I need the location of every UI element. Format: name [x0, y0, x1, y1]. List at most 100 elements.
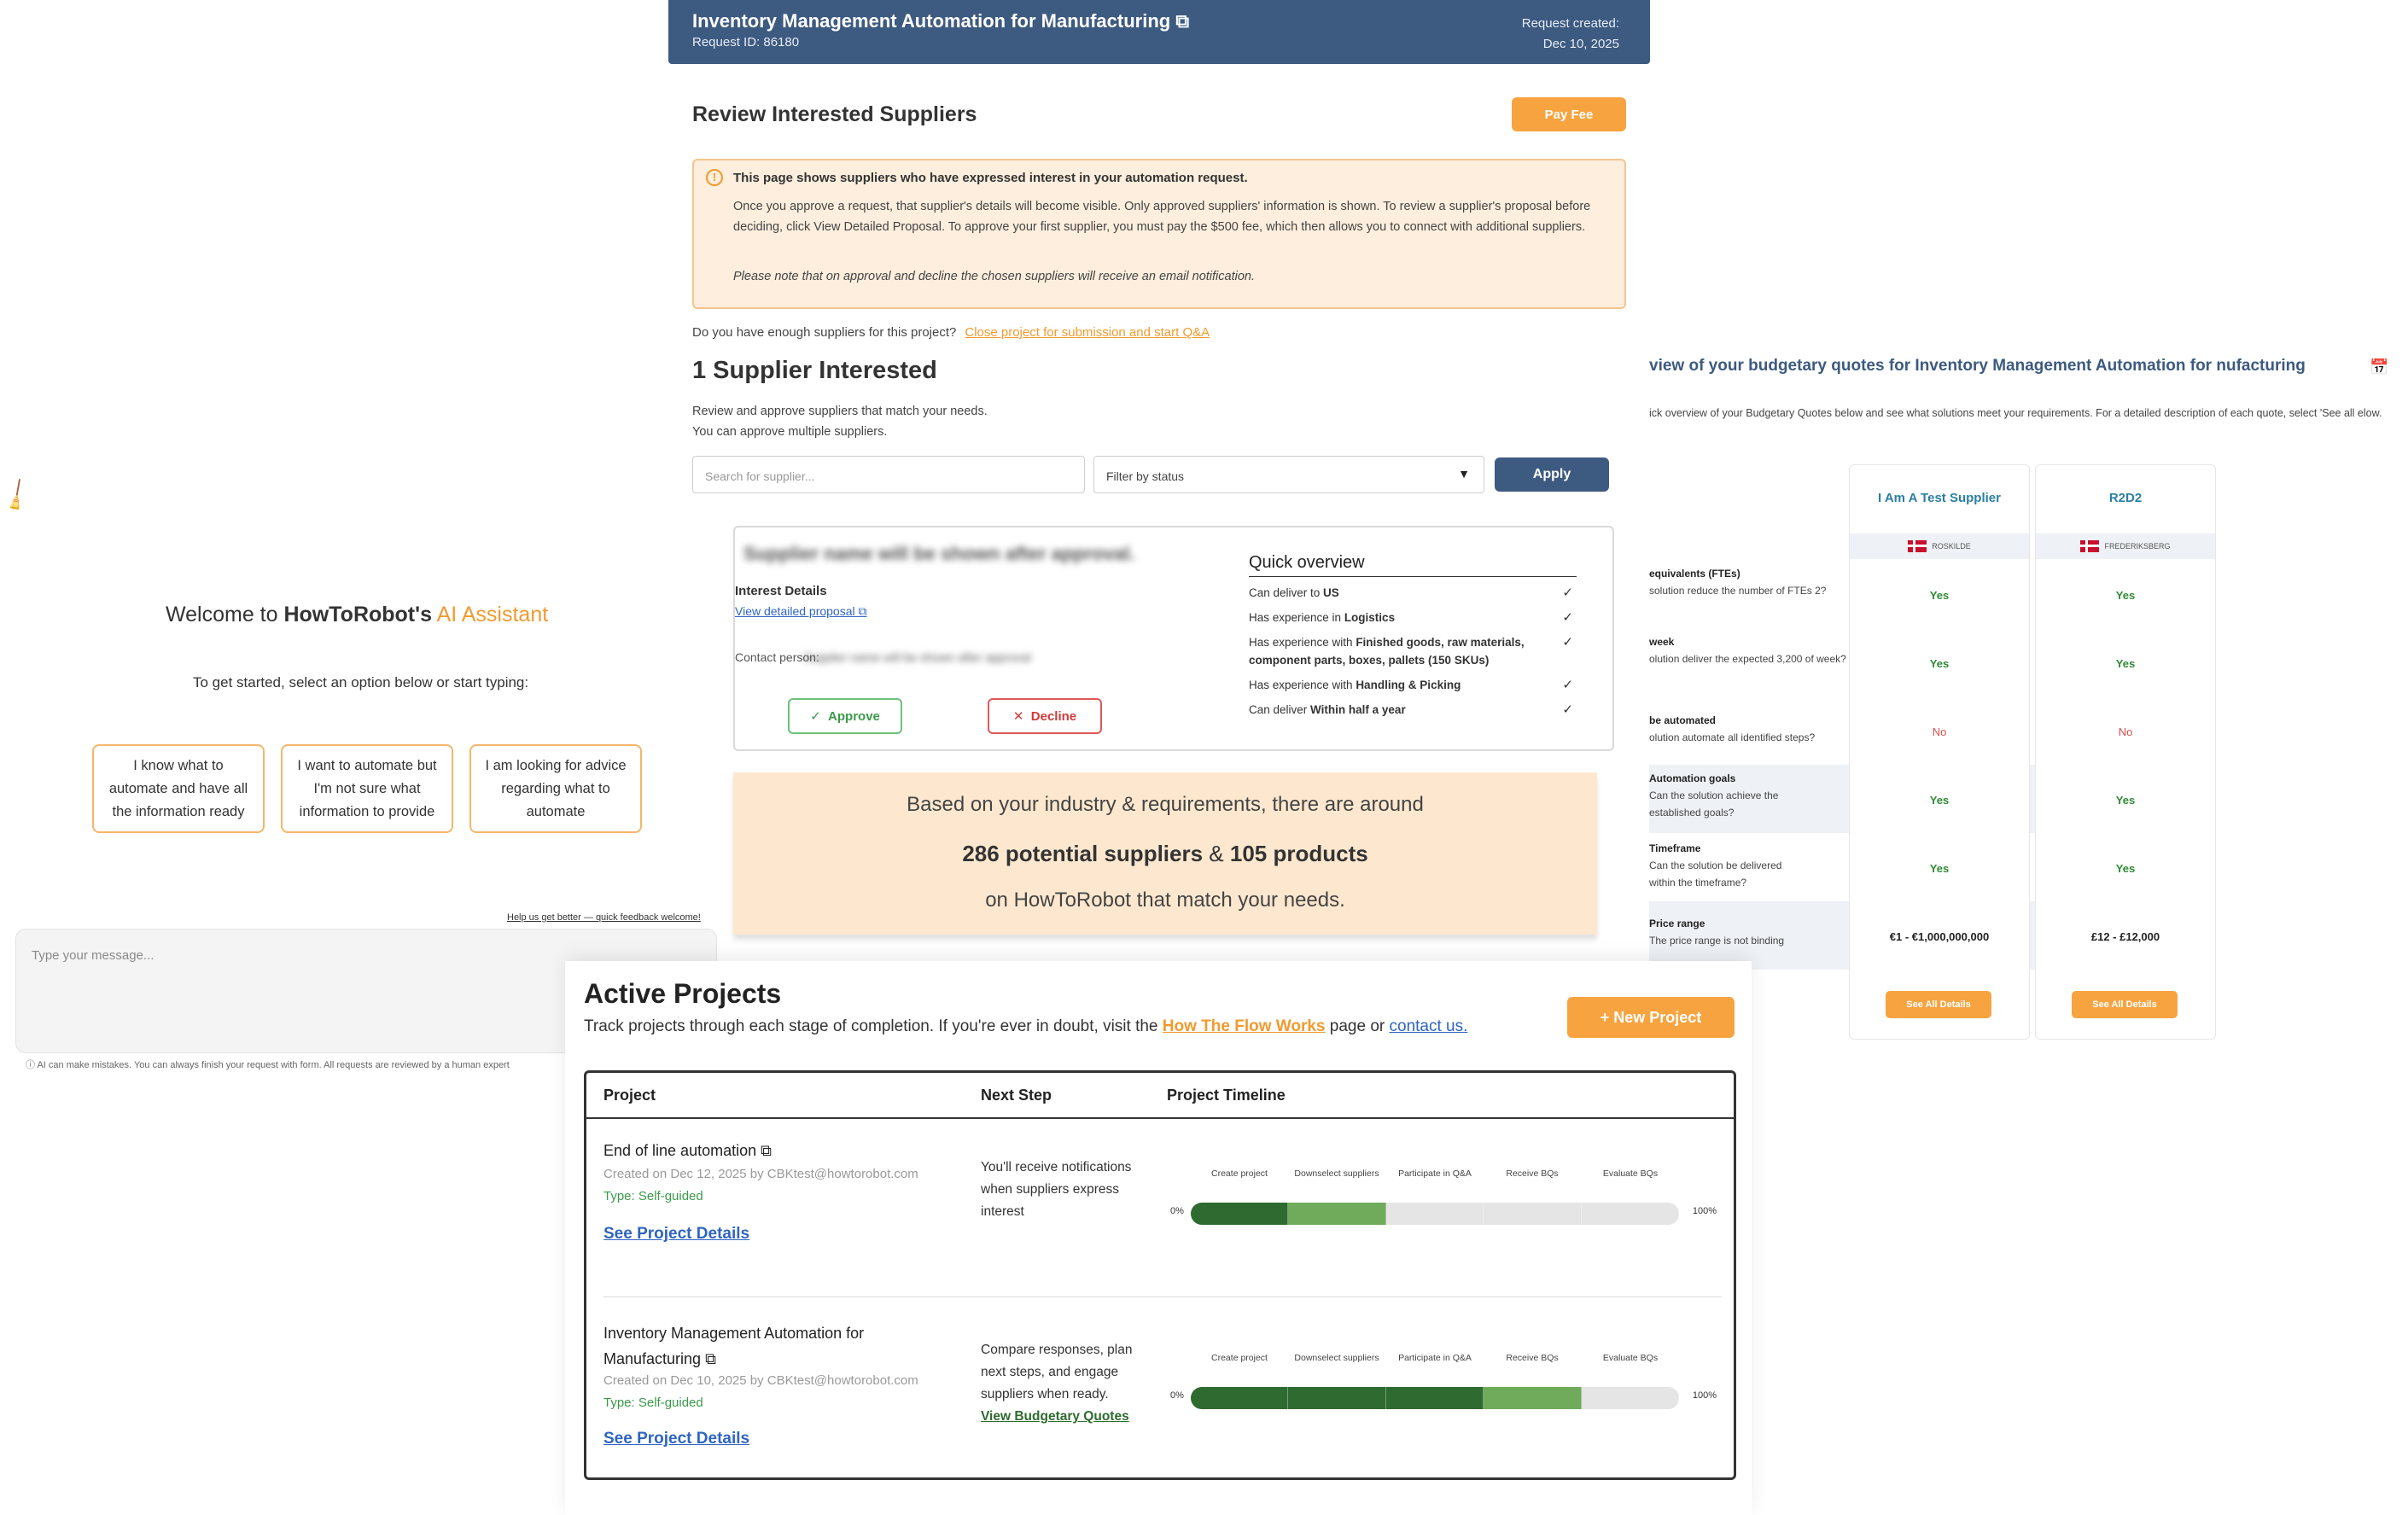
welcome-prefix: Welcome to	[166, 603, 284, 626]
chevron-down-icon: ▼	[1458, 467, 1470, 481]
request-id: Request ID: 86180	[692, 35, 800, 50]
enough-suppliers-line: Do you have enough suppliers for this pr…	[692, 325, 1210, 340]
pay-fee-button[interactable]: Pay Fee	[1512, 97, 1626, 131]
hidden-supplier-name: Supplier name will be shown after approv…	[743, 543, 1135, 564]
request-title[interactable]: Inventory Management Automation for Manu…	[692, 10, 1189, 32]
option-advice-button[interactable]: I am looking for advice regarding what t…	[469, 744, 642, 833]
info-body: Once you approve a request, that supplie…	[733, 200, 1591, 234]
see-all-details-button[interactable]: See All Details	[2072, 991, 2178, 1018]
header-timeline: Project Timeline	[1167, 1086, 1286, 1104]
contact-us-link[interactable]: contact us.	[1390, 1017, 1468, 1035]
denmark-flag-icon	[1908, 540, 1927, 552]
supplier-card: Supplier name will be shown after approv…	[733, 526, 1614, 751]
close-icon: ✕	[1012, 709, 1024, 724]
stage-label: Create project	[1211, 1353, 1268, 1363]
stage-label: Participate in Q&A	[1398, 1168, 1472, 1179]
stage-label: Evaluate BQs	[1602, 1353, 1659, 1363]
option-know-what-button[interactable]: I know what to automate and have all the…	[92, 744, 265, 833]
check-icon: ✓	[810, 709, 821, 724]
external-link-icon: ⧉	[858, 604, 867, 618]
quote-cell: £12 - £12,000	[2090, 929, 2160, 943]
quick-overview: Quick overview Can deliver to US ✓ Has ex…	[1249, 553, 1577, 725]
check-icon: ✓	[1562, 702, 1573, 717]
approve-button[interactable]: ✓ Approve	[788, 698, 902, 734]
supplier-location: FREDERIKSBERG	[2036, 533, 2215, 559]
supplier-location: ROSKILDE	[1850, 533, 2029, 559]
project-type: Type: Self-guided	[603, 1396, 703, 1410]
ai-disclaimer: ⓘ AI can make mistakes. You can always f…	[26, 1060, 510, 1070]
project-meta: Created on Dec 12, 2025 by CBKtest@howto…	[603, 1167, 918, 1181]
overview-item: Can deliver to US ✓	[1249, 586, 1573, 600]
info-icon: !	[706, 169, 723, 186]
close-project-link[interactable]: Close project for submission and start Q…	[965, 325, 1210, 340]
see-project-details-link[interactable]: See Project Details	[603, 1225, 749, 1244]
quote-cell: €1 - €1,000,000,000	[1889, 929, 1990, 943]
banner-line-2: 286 potential suppliers & 105 products	[962, 841, 1368, 866]
quick-overview-title: Quick overview	[1249, 553, 1577, 577]
stage-segment	[1581, 1203, 1679, 1225]
project-name[interactable]: Inventory Management Automation for Manu…	[603, 1320, 962, 1372]
progress-min: 0%	[1170, 1206, 1184, 1216]
clear-chat-icon[interactable]: 🧹	[0, 478, 36, 516]
new-project-button[interactable]: + New Project	[1567, 997, 1735, 1038]
external-link-icon[interactable]: ⧉	[705, 1350, 716, 1367]
calendar-icon[interactable]: 📅	[2370, 358, 2388, 376]
info-note: Please note that on approval and decline…	[733, 270, 1255, 283]
check-icon: ✓	[1562, 586, 1573, 600]
view-budgetary-quotes-link[interactable]: View Budgetary Quotes	[981, 1409, 1129, 1424]
interest-details-label: Interest Details	[735, 584, 827, 598]
request-panel: Inventory Management Automation for Manu…	[668, 0, 1650, 964]
intro-text: To get started, select an option below o…	[193, 674, 529, 690]
quote-cell: Yes	[2115, 656, 2136, 670]
progress-max: 100%	[1692, 1390, 1717, 1401]
stage-label: Downselect suppliers	[1294, 1353, 1379, 1363]
row-divider	[603, 1296, 1722, 1297]
stage-label: Participate in Q&A	[1398, 1353, 1472, 1363]
stage-segment	[1484, 1203, 1582, 1225]
external-link-icon[interactable]: ⧉	[761, 1142, 772, 1159]
supplier-name[interactable]: R2D2	[2036, 491, 2215, 505]
stage-segment	[1191, 1387, 1289, 1409]
quote-column: I Am A Test Supplier ROSKILDE Yes Yes No…	[1849, 464, 2030, 1040]
stage-segment	[1385, 1203, 1484, 1225]
budgetary-quotes-panel: view of your budgetary quotes for Invent…	[1649, 333, 2408, 1050]
option-not-sure-button[interactable]: I want to automate but I'm not sure what…	[281, 744, 453, 833]
welcome-accent: AI Assistant	[436, 603, 549, 626]
hidden-contact: Supplier name will be shown after approv…	[803, 650, 1031, 664]
project-type: Type: Self-guided	[603, 1189, 703, 1203]
external-link-icon[interactable]: ⧉	[1175, 10, 1189, 32]
check-icon: ✓	[1562, 678, 1573, 692]
decline-button[interactable]: ✕ Decline	[988, 698, 1102, 734]
welcome-brand: HowToRobot's	[283, 603, 432, 626]
filter-placeholder: Filter by status	[1106, 469, 1185, 483]
status-filter-select[interactable]: Filter by status ▼	[1093, 456, 1484, 493]
active-projects-subtitle: Track projects through each stage of com…	[584, 1017, 1468, 1035]
stage-label: Receive BQs	[1506, 1353, 1559, 1363]
how-flow-works-link[interactable]: How The Flow Works	[1163, 1017, 1326, 1035]
see-project-details-link[interactable]: See Project Details	[603, 1430, 749, 1448]
supplier-search-input[interactable]: Search for supplier...	[692, 456, 1085, 493]
enough-question: Do you have enough suppliers for this pr…	[692, 325, 957, 340]
projects-table: Project Next Step Project Timeline End o…	[584, 1070, 1736, 1480]
info-title: This page shows suppliers who have expre…	[733, 171, 1248, 185]
apply-button[interactable]: Apply	[1495, 457, 1609, 492]
quotes-title: view of your budgetary quotes for Invent…	[1649, 357, 2306, 375]
page-title: Review Interested Suppliers	[692, 102, 977, 126]
banner-line-3: on HowToRobot that match your needs.	[985, 889, 1345, 912]
supplier-name[interactable]: I Am A Test Supplier	[1850, 491, 2029, 505]
project-timeline: Create project Downselect suppliers Part…	[1170, 1168, 1717, 1237]
header-project: Project	[603, 1086, 656, 1104]
see-all-details-button[interactable]: See All Details	[1886, 991, 1991, 1018]
supplier-subtext: Review and approve suppliers that match …	[692, 405, 988, 439]
project-name[interactable]: End of line automation ⧉	[603, 1138, 962, 1163]
info-callout: ! This page shows suppliers who have exp…	[692, 159, 1626, 309]
header-next-step: Next Step	[981, 1086, 1052, 1104]
stage-label: Create project	[1211, 1168, 1268, 1179]
overview-item: Has experience with Finished goods, raw …	[1249, 635, 1573, 667]
project-next-step: Compare responses, plan next steps, and …	[981, 1343, 1133, 1424]
overview-item: Has experience with Handling & Picking ✓	[1249, 678, 1573, 692]
view-proposal-link[interactable]: View detailed proposal ⧉	[735, 604, 867, 619]
message-placeholder: Type your message...	[32, 948, 155, 963]
quote-cell: Yes	[2115, 793, 2136, 807]
progress-max: 100%	[1692, 1206, 1717, 1216]
